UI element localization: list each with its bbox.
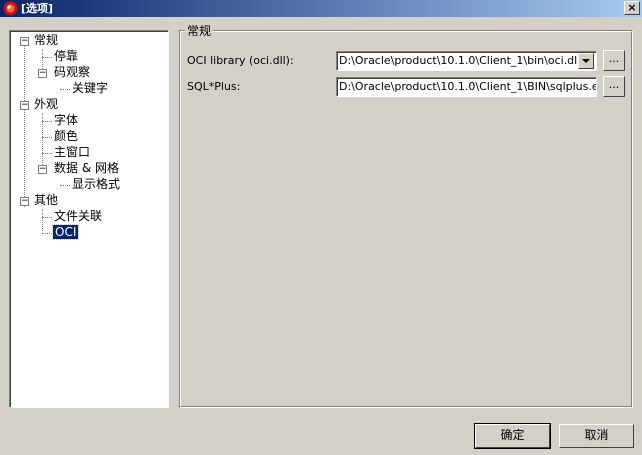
- tree-item-appearance[interactable]: 外观: [34, 96, 58, 112]
- tree-item-code-watch[interactable]: 码观察: [54, 64, 90, 80]
- tree-item-other[interactable]: 其他: [34, 192, 58, 208]
- close-icon: ×: [627, 1, 637, 14]
- oci-library-label: OCI library (oci.dll):: [187, 54, 294, 67]
- options-dialog: [选项] × − 常规 停靠 − 码观察 关键字 − 外观 字体 颜色 主窗口 …: [0, 0, 642, 455]
- oci-library-dropdown-button[interactable]: [578, 53, 594, 69]
- collapse-icon[interactable]: −: [20, 101, 29, 110]
- options-tree[interactable]: − 常规 停靠 − 码观察 关键字 − 外观 字体 颜色 主窗口 − 数据 & …: [9, 30, 169, 408]
- tree-item-docking[interactable]: 停靠: [54, 48, 78, 64]
- collapse-icon[interactable]: −: [20, 37, 29, 46]
- tree-connector: [42, 121, 52, 122]
- tree-connector: [42, 209, 43, 231]
- tree-connector: [60, 185, 70, 186]
- tree-connector: [42, 233, 52, 234]
- tree-item-data-grid[interactable]: 数据 & 网格: [54, 160, 119, 176]
- tree-connector: [24, 45, 25, 207]
- collapse-icon[interactable]: −: [20, 197, 29, 206]
- tree-connector: [42, 153, 52, 154]
- tree-item-general[interactable]: 常规: [34, 32, 58, 48]
- tree-item-display-format[interactable]: 显示格式: [72, 176, 120, 192]
- sqlplus-path-input[interactable]: D:\Oracle\product\10.1.0\Client_1\BIN\sq…: [336, 77, 597, 97]
- group-title: 常规: [185, 23, 214, 39]
- window-title: [选项]: [21, 2, 54, 15]
- collapse-icon[interactable]: −: [38, 165, 47, 174]
- tree-item-file-association[interactable]: 文件关联: [54, 208, 102, 224]
- cancel-button[interactable]: 取消: [559, 424, 634, 448]
- oci-library-select[interactable]: D:\Oracle\product\10.1.0\Client_1\bin\oc…: [336, 51, 597, 71]
- tree-item-keywords[interactable]: 关键字: [72, 80, 108, 96]
- tree-connector: [42, 217, 52, 218]
- sqlplus-browse-button[interactable]: ...: [603, 76, 625, 97]
- app-icon: [3, 1, 18, 16]
- tree-item-color[interactable]: 颜色: [54, 128, 78, 144]
- ok-button[interactable]: 确定: [474, 423, 551, 449]
- tree-connector: [42, 57, 52, 58]
- oci-library-browse-button[interactable]: ...: [603, 50, 625, 71]
- sqlplus-label: SQL*Plus:: [187, 80, 241, 93]
- tree-item-font[interactable]: 字体: [54, 112, 78, 128]
- chevron-down-icon: [582, 59, 590, 63]
- close-button[interactable]: ×: [624, 1, 640, 15]
- tree-connector: [42, 137, 52, 138]
- tree-connector: [60, 89, 70, 90]
- tree-item-oci[interactable]: OCI: [51, 224, 80, 240]
- tree-item-main-window[interactable]: 主窗口: [54, 144, 90, 160]
- title-bar[interactable]: [选项] ×: [0, 0, 642, 17]
- collapse-icon[interactable]: −: [38, 69, 47, 78]
